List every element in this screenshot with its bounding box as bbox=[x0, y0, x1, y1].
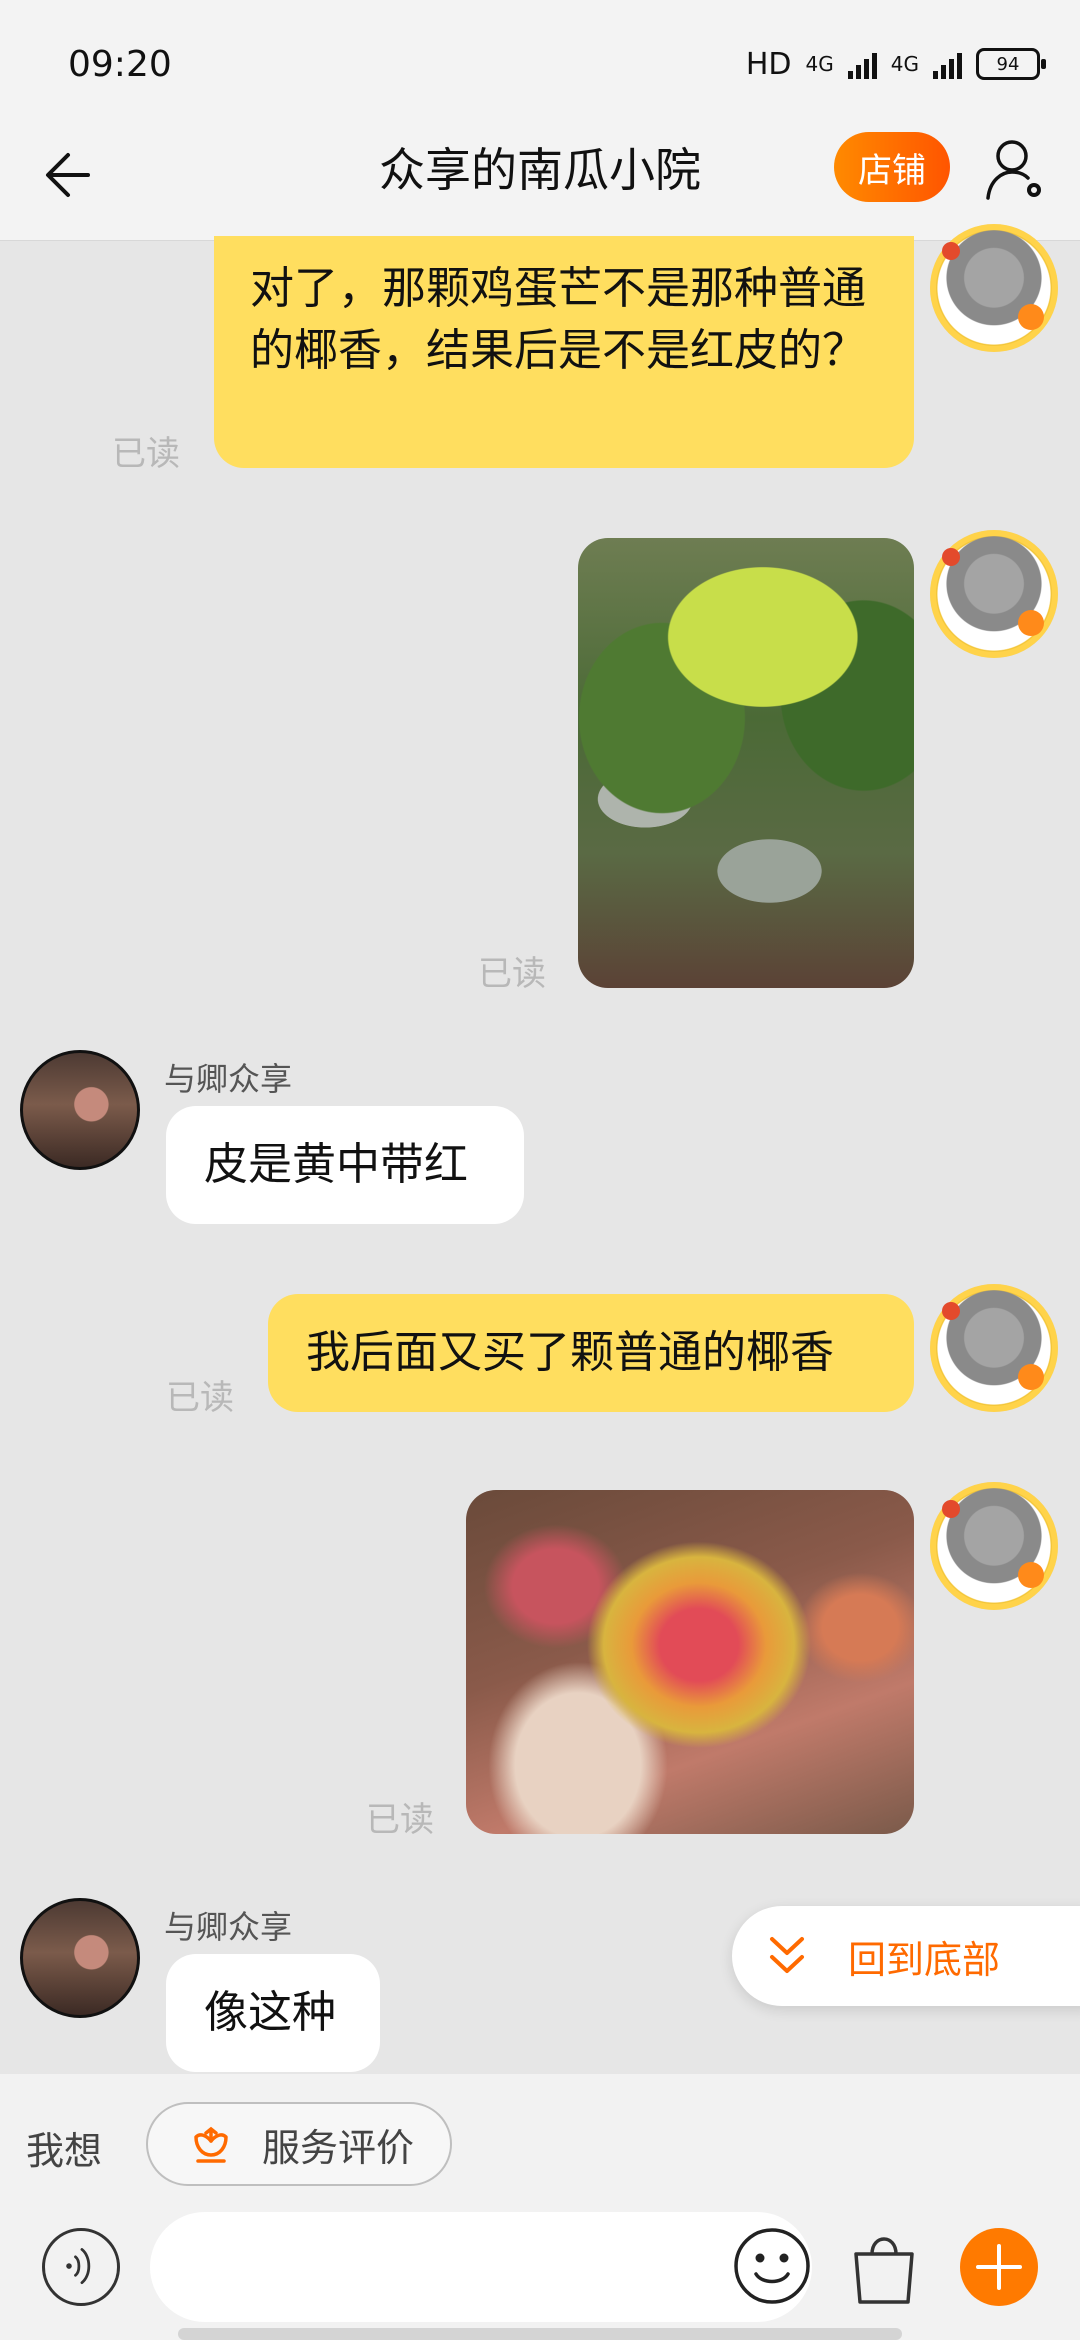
sim2-label: 4G bbox=[890, 52, 919, 76]
flower-icon bbox=[194, 2126, 228, 2163]
read-status: 已读 bbox=[366, 1800, 434, 1840]
battery-icon: 94 bbox=[976, 48, 1046, 80]
shop-button[interactable]: 店铺 bbox=[834, 132, 950, 202]
voice-icon bbox=[66, 2248, 91, 2285]
shopping-bag-icon[interactable] bbox=[848, 2226, 920, 2306]
network-label: HD bbox=[745, 46, 792, 82]
my-message-bubble[interactable]: 对了，那颗鸡蛋芒不是那种普通的椰香，结果后是不是红皮的？ bbox=[214, 236, 914, 468]
battery-level: 94 bbox=[996, 53, 1020, 75]
suggestion-prefix: 我想 bbox=[26, 2129, 103, 2173]
emoji-icon[interactable] bbox=[732, 2226, 812, 2306]
contact-avatar[interactable] bbox=[20, 1050, 140, 1170]
back-to-bottom-button[interactable]: 回到底部 bbox=[732, 1906, 1080, 2006]
service-review-chip[interactable]: 服务评价 bbox=[146, 2102, 452, 2186]
read-status: 已读 bbox=[478, 954, 546, 994]
my-avatar[interactable] bbox=[930, 224, 1058, 352]
voice-button[interactable] bbox=[42, 2228, 120, 2306]
my-avatar[interactable] bbox=[930, 530, 1058, 658]
chevron-double-down-icon bbox=[770, 1937, 804, 1973]
my-message-bubble[interactable]: 我后面又买了颗普通的椰香 bbox=[268, 1294, 914, 1412]
status-icons: HD 4G 4G 94 bbox=[745, 44, 1046, 84]
plant-photo[interactable] bbox=[578, 538, 914, 988]
sender-name: 与卿众享 bbox=[164, 1908, 293, 1946]
read-status: 已读 bbox=[166, 1378, 234, 1418]
user-settings-icon[interactable] bbox=[984, 136, 1048, 204]
plus-button[interactable] bbox=[960, 2228, 1038, 2306]
signal-icon bbox=[847, 49, 877, 79]
plus-icon bbox=[976, 2244, 1022, 2290]
service-review-label: 服务评价 bbox=[262, 2125, 415, 2170]
sender-name: 与卿众享 bbox=[164, 1060, 293, 1098]
mango-photo[interactable] bbox=[466, 1490, 914, 1834]
home-indicator bbox=[178, 2328, 902, 2340]
message-input[interactable] bbox=[150, 2212, 812, 2322]
back-to-bottom-label: 回到底部 bbox=[848, 1937, 1001, 1982]
contact-message-bubble[interactable]: 像这种 bbox=[166, 1954, 380, 2072]
signal-icon-2 bbox=[933, 49, 962, 79]
my-avatar[interactable] bbox=[930, 1482, 1058, 1610]
my-avatar[interactable] bbox=[930, 1284, 1058, 1412]
contact-message-bubble[interactable]: 皮是黄中带红 bbox=[166, 1106, 524, 1224]
read-status: 已读 bbox=[112, 434, 180, 474]
status-time: 09:20 bbox=[68, 44, 172, 85]
contact-avatar[interactable] bbox=[20, 1898, 140, 2018]
sim1-label: 4G bbox=[805, 52, 834, 76]
